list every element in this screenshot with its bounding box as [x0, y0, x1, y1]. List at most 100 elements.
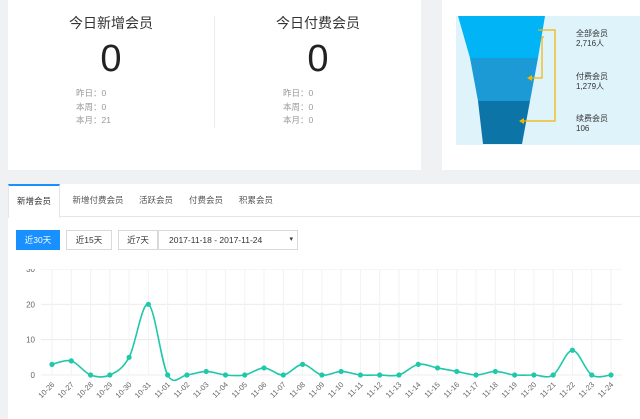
stats-card: 今日新增会员 0 昨日：0 本周：0 本月：21 今日付费会员 0 昨日：0 本…: [8, 0, 421, 170]
stat-week: 本周：0: [283, 101, 314, 112]
y-tick-label: 30: [26, 269, 35, 274]
data-point: [184, 372, 190, 378]
funnel-label-all: 全部会员: [576, 28, 608, 38]
tab-paid-members[interactable]: 付费会员: [184, 184, 228, 217]
data-point: [512, 372, 518, 378]
data-point: [319, 372, 325, 378]
x-tick-label: 11-09: [307, 380, 327, 400]
data-point: [107, 372, 113, 378]
data-point: [569, 347, 576, 353]
stat-value: 0: [307, 38, 329, 80]
stat-title: 今日新增会员: [69, 15, 153, 31]
date-range-value: 2017-11-18 - 2017-11-24: [169, 235, 263, 245]
data-point: [357, 372, 364, 378]
tab-accumulated-members[interactable]: 积累会员: [234, 184, 278, 217]
x-tick-label: 11-18: [480, 380, 500, 400]
x-tick-label: 11-17: [461, 380, 481, 400]
last-30-days-button[interactable]: 近30天: [16, 230, 60, 250]
data-point: [261, 365, 267, 371]
data-point: [434, 365, 441, 371]
stat-details: 昨日：0 本周：0 本月：0: [283, 87, 313, 128]
x-tick-label: 11-04: [210, 380, 230, 400]
data-point: [377, 372, 383, 378]
data-point: [415, 361, 421, 367]
last-15-days-button[interactable]: 近15天: [66, 230, 112, 250]
caret-down-icon: ▾: [289, 236, 293, 243]
funnel-card: 全部会员 2,716人 付费会员 1,279人 续费会员 106: [442, 0, 640, 170]
y-tick-label: 20: [26, 300, 35, 309]
member-funnel: 全部会员 2,716人 付费会员 1,279人 续费会员 106: [456, 16, 640, 145]
x-tick-label: 11-19: [499, 380, 519, 400]
x-tick-label: 11-05: [230, 380, 250, 400]
data-point: [126, 354, 132, 360]
new-members-line-chart: 010203010-26 10-27 10-28 10-29 10-30 10-31 11-…: [26, 269, 622, 400]
data-point: [608, 372, 614, 378]
funnel-label-paid: 付费会员: [576, 71, 608, 81]
x-tick-label: 11-21: [538, 380, 558, 400]
data-point: [531, 372, 537, 378]
x-tick-label: 11-12: [365, 380, 385, 400]
stat-week: 本周：0: [76, 101, 107, 112]
new-members-stat: 今日新增会员 0 昨日：0 本周：0 本月：21: [8, 0, 214, 170]
x-tick-label: 11-16: [442, 380, 462, 400]
x-tick-label: 11-10: [326, 380, 346, 400]
paid-members-stat: 今日付费会员 0 昨日：0 本周：0 本月：0: [215, 0, 421, 170]
data-point: [589, 372, 595, 378]
x-tick-label: 11-20: [519, 380, 539, 400]
y-tick-label: 0: [31, 371, 36, 380]
x-tick-label: 11-06: [249, 380, 269, 400]
data-point: [145, 301, 151, 307]
funnel-count-renew: 106: [576, 124, 590, 133]
x-tick-label: 11-01: [153, 380, 173, 400]
data-point: [222, 372, 229, 378]
tab-active-members[interactable]: 活跃会员: [134, 184, 178, 217]
x-tick-label: 10-29: [94, 380, 114, 400]
x-tick-label: 11-13: [384, 380, 404, 400]
x-tick-label: 11-22: [557, 380, 577, 400]
data-point: [280, 372, 286, 378]
x-tick-label: 11-23: [577, 380, 597, 400]
data-point: [338, 368, 344, 375]
data-point: [396, 372, 402, 378]
date-range-picker[interactable]: 2017-11-18 - 2017-11-24 ▾: [158, 230, 298, 250]
data-point: [165, 372, 171, 378]
y-tick-label: 10: [26, 336, 35, 345]
data-point: [299, 361, 306, 367]
member-trend-card: 新增会员 新增付费会员 活跃会员 付费会员 积累会员 近30天 近15天 近7天…: [8, 184, 640, 419]
stat-title: 今日付费会员: [276, 15, 360, 31]
series-line: [51, 303, 612, 382]
x-tick-label: 10-30: [114, 380, 134, 400]
funnel-count-all: 2,716人: [576, 39, 604, 48]
stat-details: 昨日：0 本周：0 本月：21: [76, 87, 111, 128]
stat-yesterday: 昨日：0: [76, 88, 107, 98]
x-tick-label: 11-14: [403, 380, 423, 400]
x-tick-label: 10-31: [133, 380, 153, 400]
last-7-days-button[interactable]: 近7天: [118, 230, 158, 250]
x-tick-label: 11-03: [191, 380, 211, 400]
member-tabs: 新增会员 新增付费会员 活跃会员 付费会员 积累会员: [8, 184, 640, 218]
data-point: [242, 372, 248, 378]
data-point: [203, 368, 209, 375]
stat-value: 0: [100, 38, 122, 80]
tab-new-paid-members[interactable]: 新增付费会员: [64, 184, 132, 217]
stat-month: 本月：21: [76, 115, 111, 125]
data-point: [550, 372, 556, 378]
tab-new-members[interactable]: 新增会员: [8, 184, 60, 218]
x-tick-label: 10-26: [36, 380, 56, 400]
x-tick-label: 11-02: [172, 380, 192, 400]
stat-month: 本月：0: [283, 115, 314, 125]
funnel-count-paid: 1,279人: [576, 82, 604, 91]
funnel-level-all: [458, 16, 545, 58]
x-tick-label: 10-27: [56, 380, 76, 400]
x-tick-label: 10-28: [75, 380, 95, 400]
data-point: [68, 358, 74, 364]
data-point: [49, 361, 55, 367]
x-tick-label: 11-15: [422, 380, 442, 400]
funnel-level-paid: [470, 58, 538, 101]
stat-yesterday: 昨日：0: [283, 88, 314, 98]
data-point: [492, 368, 498, 375]
data-point: [87, 372, 94, 378]
data-point: [473, 372, 479, 378]
x-tick-label: 11-11: [346, 380, 365, 399]
x-tick-label: 11-24: [596, 380, 616, 400]
